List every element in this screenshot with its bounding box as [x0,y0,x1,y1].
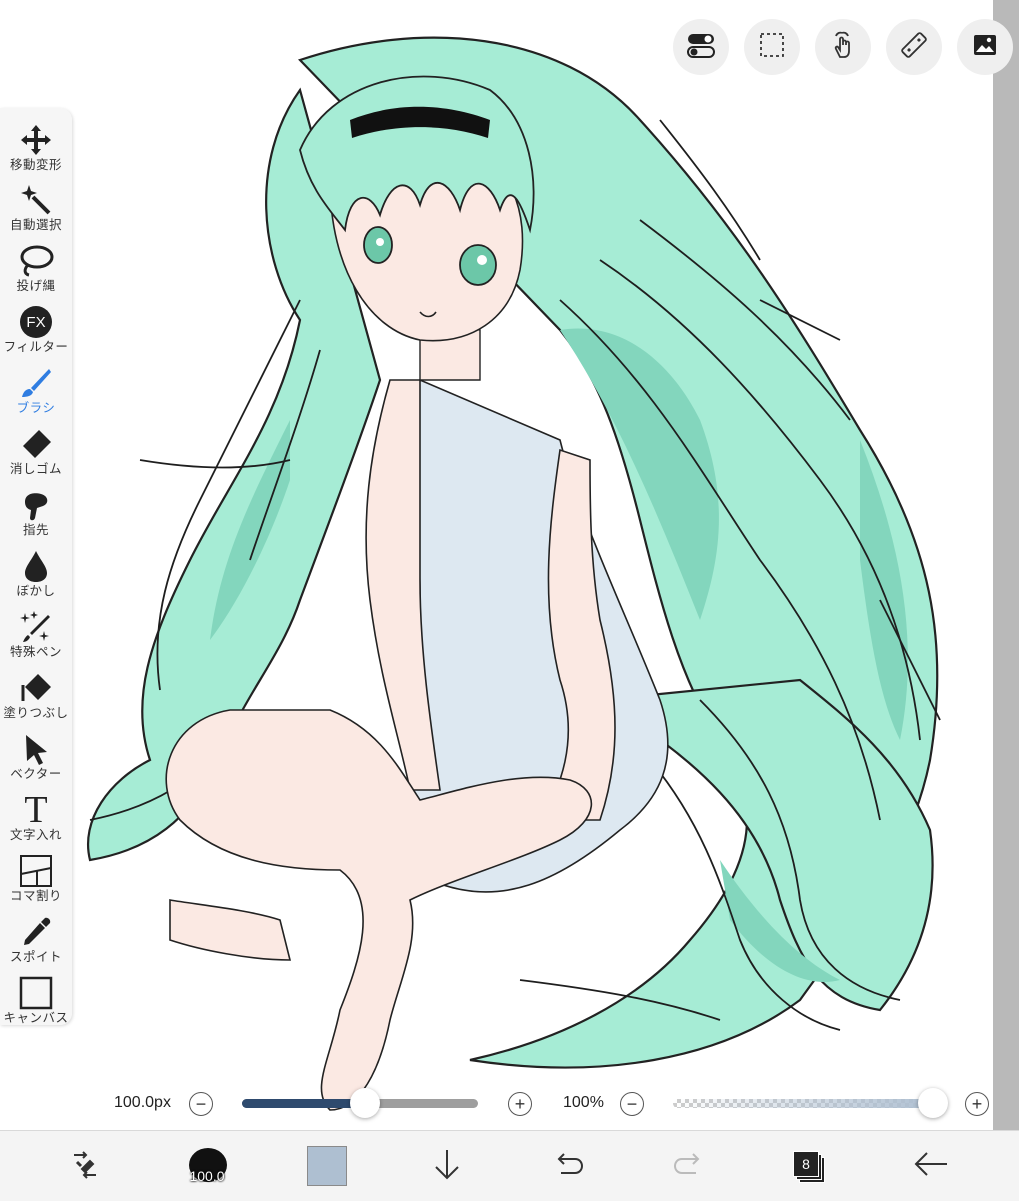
brush-size-knob[interactable] [349,1088,380,1118]
special-pen-icon [16,609,56,645]
tool-brush[interactable]: ブラシ [0,363,72,423]
opacity-slider[interactable] [673,1099,933,1108]
back-button[interactable] [906,1141,956,1191]
redo-button[interactable] [664,1141,714,1191]
touch-gesture-icon [828,30,858,65]
tool-label: 投げ縄 [16,279,56,293]
tool-palette: 移動変形 自動選択 投げ縄 FX フィルター ブラシ 消しゴム 指先 ぼかし 特… [0,108,72,1025]
canvas-square-icon [16,975,56,1011]
tool-special-pen[interactable]: 特殊ペン [0,607,72,667]
tool-filter[interactable]: FX フィルター [0,302,72,362]
tool-magic-wand[interactable]: 自動選択 [0,180,72,240]
magic-wand-icon [16,182,56,218]
tool-eyedropper[interactable]: スポイト [0,912,72,972]
fill-bucket-icon [16,670,56,706]
brush-size-label: 100.0px [114,1094,171,1111]
eraser-icon [16,426,56,462]
tool-eraser[interactable]: 消しゴム [0,424,72,484]
tool-label: ベクター [10,767,62,781]
swap-brush-eraser-icon [68,1147,102,1186]
finger-smudge-icon [16,487,56,523]
opacity-fill [673,1099,933,1108]
eyedropper-icon [16,914,56,950]
brush-size-fill [242,1099,365,1108]
tool-label: 塗りつぶし [3,706,69,720]
tool-panel[interactable]: コマ割り [0,851,72,911]
tool-blur[interactable]: ぼかし [0,546,72,606]
tool-label: コマ割り [9,889,62,903]
brush-size-minus-button[interactable]: − [189,1092,213,1116]
tool-label: フィルター [3,340,69,354]
canvas-scrollbar[interactable] [993,0,1019,1130]
lasso-icon [16,243,56,279]
selection-button[interactable] [744,19,800,75]
arrow-left-icon [913,1149,949,1184]
swap-tool-button[interactable] [60,1141,110,1191]
bottom-toolbar: 100.0 8 [0,1130,1019,1201]
tool-label: 移動変形 [9,158,62,172]
brush-size-value: 100.0 [189,1168,225,1184]
selection-rect-icon [758,31,786,64]
opacity-label: 100% [563,1094,604,1111]
touch-gesture-button[interactable] [815,19,871,75]
tool-label: ブラシ [16,401,56,415]
toggle-switch-icon [686,30,716,65]
foot [169,899,292,961]
arrow-down-icon [432,1147,462,1186]
illustration [87,36,941,1111]
tool-move-transform[interactable]: 移動変形 [0,120,72,180]
layer-count: 8 [793,1151,819,1177]
color-button[interactable] [302,1141,352,1191]
minus-icon: − [626,1094,638,1114]
tool-vector[interactable]: ベクター [0,729,72,789]
tool-label: スポイト [9,950,62,964]
slider-row: 100.0px − + 100% − + [0,1085,993,1125]
fx-filter-icon: FX [16,304,56,340]
layers-icon: 8 [791,1149,825,1183]
brush-preview-button[interactable]: 100.0 [180,1141,234,1191]
vector-arrow-icon [16,731,56,767]
tool-fill[interactable]: 塗りつぶし [0,668,72,728]
download-button[interactable] [422,1141,472,1191]
tool-label: キャンバス [3,1011,69,1025]
opacity-knob[interactable] [918,1088,948,1118]
tool-label: 消しゴム [9,462,62,476]
tool-label: ぼかし [16,584,56,598]
toggle-button[interactable] [673,19,729,75]
redo-icon [672,1149,706,1184]
brush-icon [16,365,56,401]
tool-label: 特殊ペン [9,645,62,659]
move-transform-icon [16,122,56,158]
image-gallery-icon [971,31,999,64]
opacity-minus-button[interactable]: − [620,1092,644,1116]
gallery-button[interactable] [957,19,1013,75]
tool-label: 指先 [22,523,49,537]
ruler-icon [899,30,929,65]
brush-size-plus-button[interactable]: + [508,1092,532,1116]
undo-button[interactable] [543,1141,593,1191]
plus-icon: + [971,1094,983,1114]
tool-canvas[interactable]: キャンバス [0,973,72,1033]
drawing-canvas[interactable] [0,0,993,1130]
tool-label: 文字入れ [9,828,62,842]
current-color-swatch [307,1146,347,1186]
tool-lasso[interactable]: 投げ縄 [0,241,72,301]
tool-text[interactable]: T 文字入れ [0,790,72,850]
fx-text: FX [20,306,52,338]
text-t-icon: T [24,789,48,831]
layers-button[interactable]: 8 [783,1141,833,1191]
tool-finger[interactable]: 指先 [0,485,72,545]
blur-drop-icon [16,548,56,584]
undo-icon [551,1149,585,1184]
ruler-button[interactable] [886,19,942,75]
minus-icon: − [195,1094,207,1114]
opacity-plus-button[interactable]: + [965,1092,989,1116]
plus-icon: + [514,1094,526,1114]
panel-divide-icon [16,853,56,889]
brush-tip-preview: 100.0 [183,1144,231,1188]
tool-label: 自動選択 [9,218,62,232]
